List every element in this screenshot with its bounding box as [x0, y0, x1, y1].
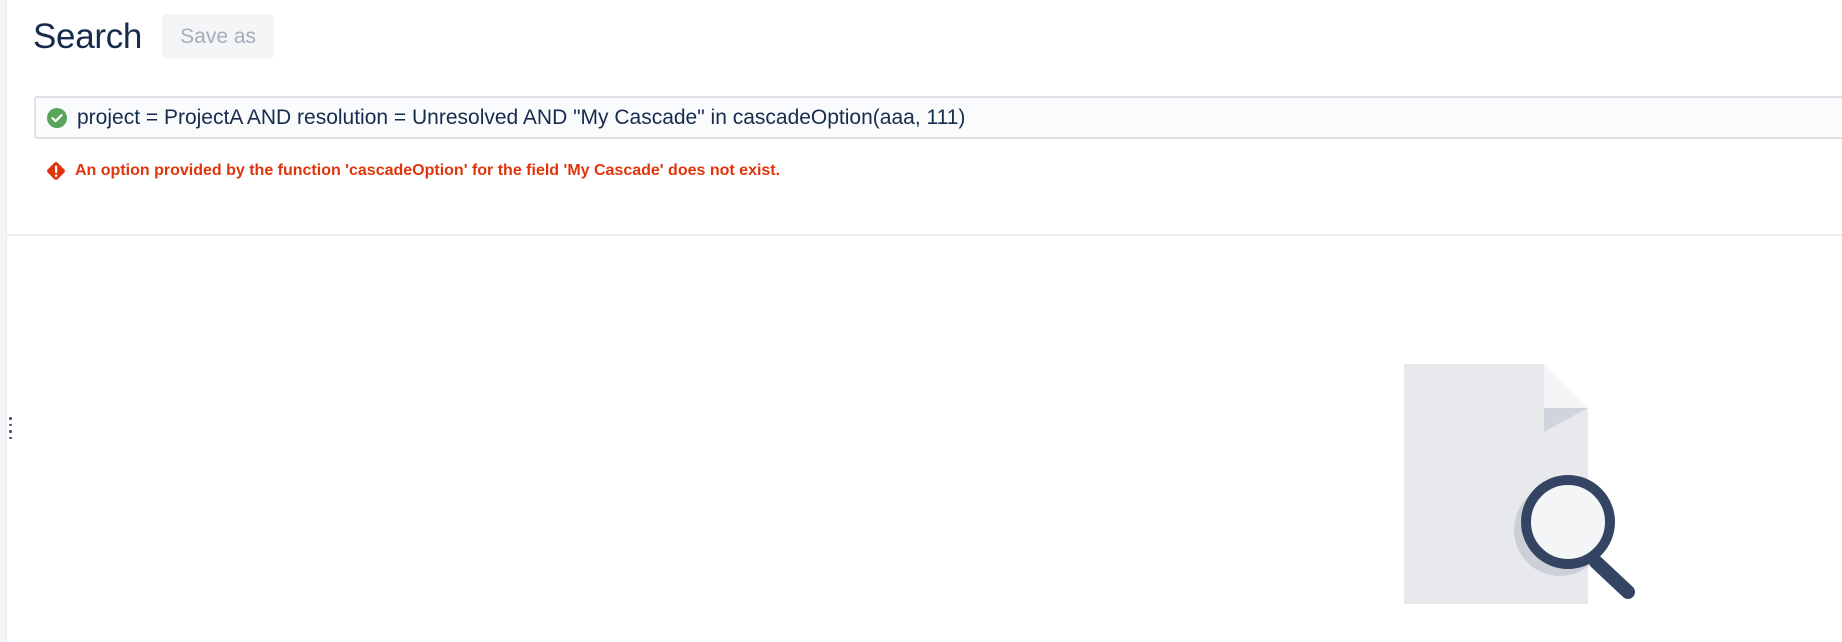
jql-query-input[interactable]: project = ProjectA AND resolution = Unre…	[34, 96, 1842, 139]
search-page: Search Save as project = ProjectA AND re…	[0, 0, 1842, 642]
check-circle-icon	[46, 107, 68, 129]
save-as-button[interactable]: Save as	[162, 14, 275, 59]
divider	[7, 234, 1842, 236]
document-search-illustration	[1400, 362, 1640, 612]
error-diamond-icon	[45, 160, 67, 182]
jql-query-text[interactable]: project = ProjectA AND resolution = Unre…	[77, 106, 965, 130]
page-title: Search	[33, 16, 143, 56]
error-text: An option provided by the function 'casc…	[75, 162, 781, 179]
resize-handle[interactable]	[9, 417, 12, 439]
error-message: An option provided by the function 'casc…	[45, 160, 780, 182]
sidebar-edge	[0, 0, 7, 642]
page-header: Search Save as	[33, 14, 275, 59]
